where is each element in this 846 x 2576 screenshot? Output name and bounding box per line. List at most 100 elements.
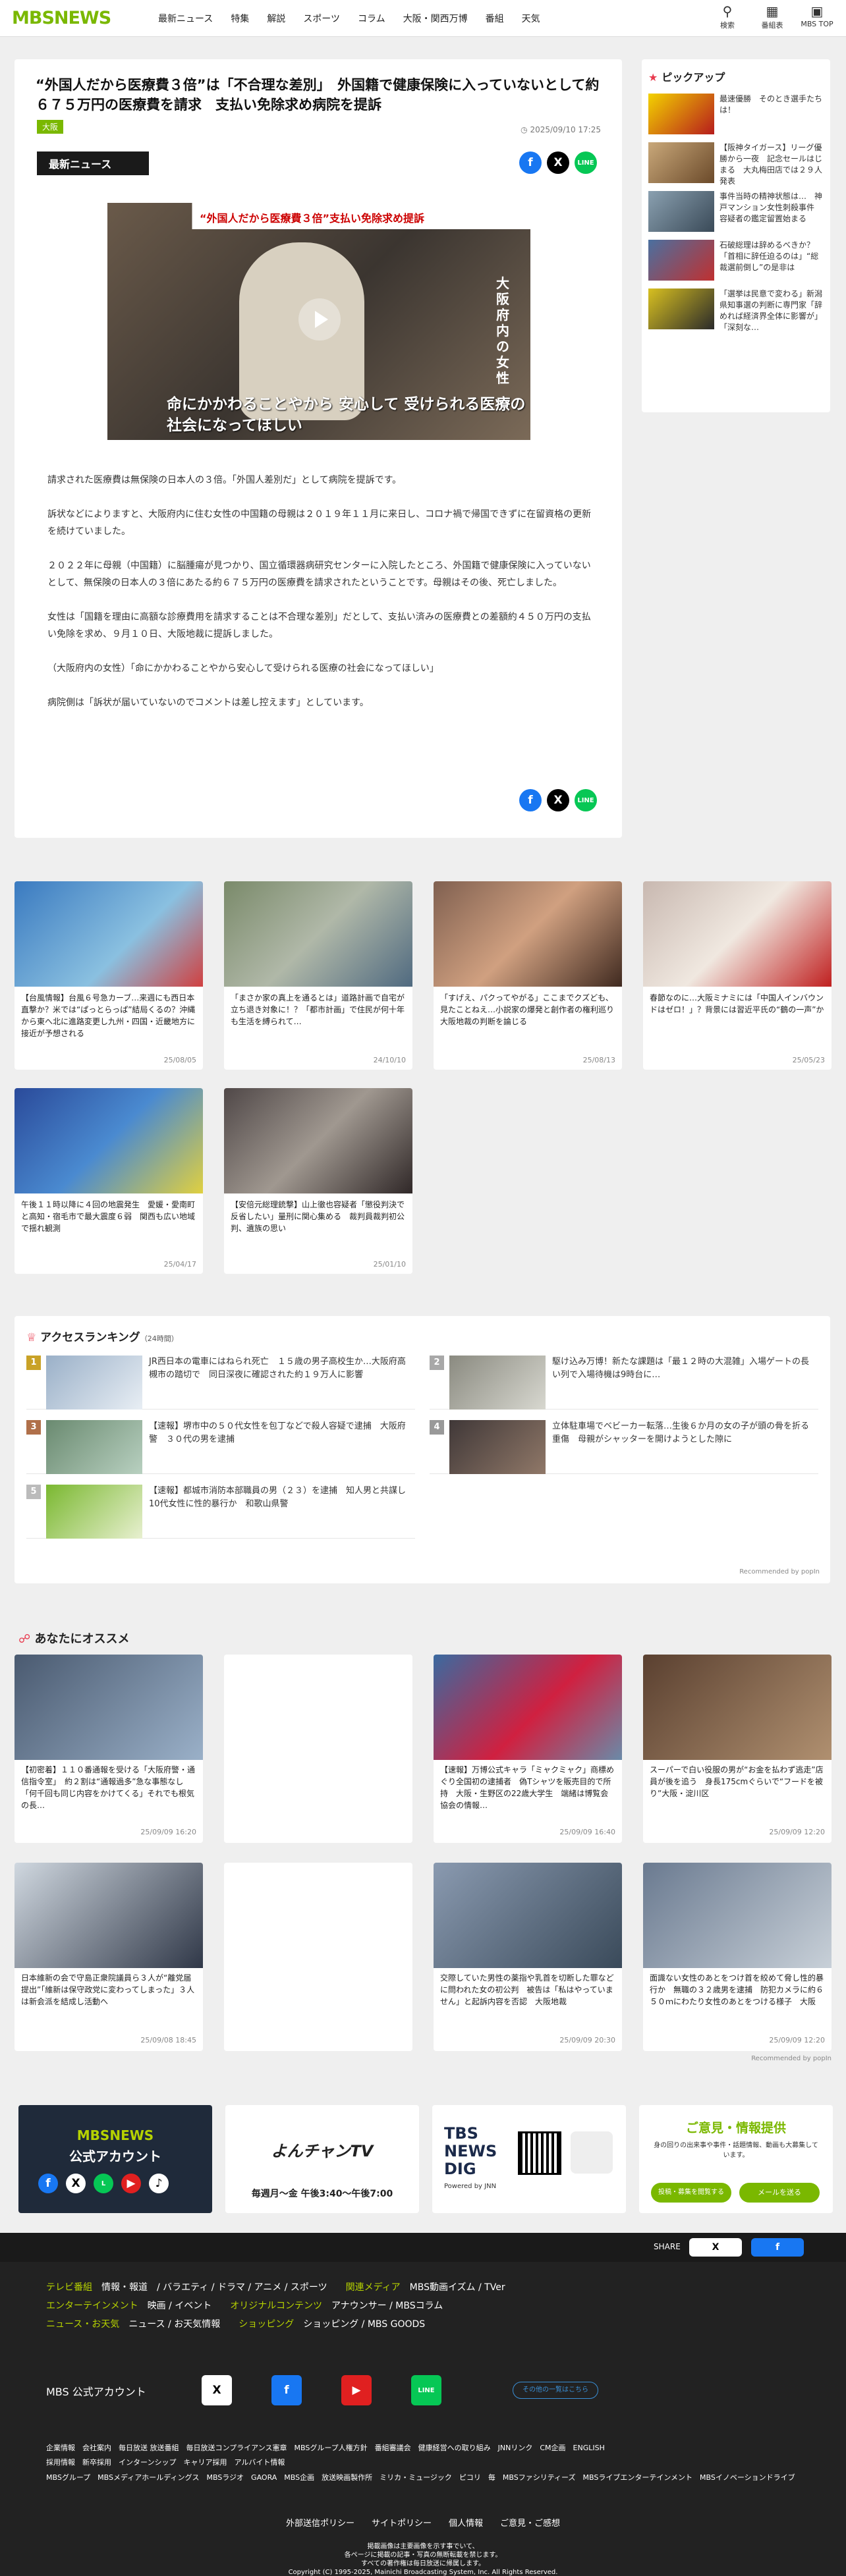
feedback-banner[interactable]: ご意見・情報提供 身の回りの出来事や事件・話題情報、動画も大募集しています。 投… xyxy=(639,2105,833,2213)
pickup-title: ★ ピックアップ xyxy=(648,71,725,84)
star-icon: ★ xyxy=(648,71,658,84)
ranking-item[interactable]: 4 立体駐車場でベビーカー転落…生後６か月の女の子が頭の骨を折る重傷 母親がシャッ… xyxy=(430,1420,818,1474)
clock-icon: ◷ xyxy=(521,125,530,134)
video-side-caption: 大阪府内の女性 xyxy=(496,275,509,386)
recommend-card[interactable]: 交際していた男性の薬指や乳首を切断した罪などに問われた女の初公判 被告は「私はや… xyxy=(434,1863,622,2051)
more-accounts-button[interactable]: その他の一覧はこちら xyxy=(513,2382,598,2399)
news-card[interactable]: 「まさか家の真上を通るとは」道路計画で自宅が立ち退き対象に！？「都市計画」で住民… xyxy=(224,881,412,1070)
news-card[interactable]: 「すげえ、パクってやがる」ここまでクズども、見たことねえ…小説家の爆発と創作者の… xyxy=(434,881,622,1070)
nav-item[interactable]: 最新ニュース xyxy=(158,12,213,25)
video-player[interactable]: “外国人だから医療費３倍”支払い免除求め提訴 大阪府内の女性 命にかかわることや… xyxy=(107,203,530,440)
paragraph: 訴状などによりますと、大阪府内に住む女性の中国籍の母親は２０１９年１１月に来日し… xyxy=(47,509,592,537)
mbs-top-button[interactable]: ▣ MBS TOP xyxy=(795,3,839,30)
pickup-item[interactable]: 【阪神タイガース】リーグ優勝から一夜 記念セールはじまる 大丸梅田店では２９人発… xyxy=(648,142,826,188)
yonchan-tv-banner[interactable]: よんチャンTV 毎週月〜金 午後3:40〜午後7:00 xyxy=(225,2105,419,2213)
facebook-share-button[interactable]: f xyxy=(519,151,542,174)
line-share-button[interactable]: LINE xyxy=(575,789,597,811)
facebook-share-button[interactable]: f xyxy=(751,2238,804,2257)
nav-item[interactable]: 解説 xyxy=(267,12,285,25)
category-tag[interactable]: 大阪 xyxy=(37,120,64,134)
footer-nav-row[interactable]: ニュース・お天気 ニュース / お天気情報 ショッピング ショッピング / MB… xyxy=(46,2317,425,2330)
pickup-item[interactable]: 石破総理は辞めるべきか？「首相に辞任迫るのは」“総裁選前倒し”の是非は xyxy=(648,240,826,286)
recommend-card[interactable]: スーパーで白い役服の男が“お金を払わず逃走”店員が後を追う 身長175cmぐらい… xyxy=(643,1655,832,1843)
official-accounts-label: MBS 公式アカウント xyxy=(46,2386,146,2398)
link-icon: ☍ xyxy=(18,1632,35,1646)
x-icon: X xyxy=(66,2174,86,2193)
popin-credit[interactable]: Recommended by popIn xyxy=(739,1568,820,1576)
news-card[interactable]: 【台風情報】台風６号急カーブ…来週にも西日本直撃か？米では“ぱっとらっぱ”結局く… xyxy=(14,881,203,1070)
nav-item[interactable]: 特集 xyxy=(231,12,249,25)
footer-share-bar: SHARE X f xyxy=(0,2233,846,2262)
pickup-panel: ★ ピックアップ 最速優勝 そのとき選手たちは！ 【阪神タイガース】リーグ優勝から… xyxy=(642,59,830,412)
footer-links[interactable]: 採用情報 新卒採用 インターンシップ キャリア採用 アルバイト情報 xyxy=(46,2457,804,2467)
qr-code xyxy=(518,2131,561,2175)
pickup-item[interactable]: 最速優勝 そのとき選手たちは！ xyxy=(648,94,826,140)
recommend-card[interactable]: 【速報】万博公式キャラ「ミャクミャク」商標めぐり全国初の逮捕者 偽Tシャツを販売… xyxy=(434,1655,622,1843)
nav-item[interactable]: 天気 xyxy=(522,12,540,25)
thumbnail xyxy=(14,881,203,987)
x-share-button[interactable]: X xyxy=(547,151,569,174)
line-icon[interactable]: LINE xyxy=(411,2375,441,2405)
thumbnail xyxy=(648,142,714,183)
line-icon: L xyxy=(94,2174,113,2193)
recommend-card[interactable]: 日本維新の会で守島正衆院議員ら３人が“離党届提出”「維新は保守政党に変わってしま… xyxy=(14,1863,203,2051)
policy-links[interactable]: 外部送信ポリシー サイトポリシー 個人情報 ご意見・ご感想 xyxy=(0,2516,846,2529)
paragraph: 請求された医療費は無保険の日本人の３倍。「外国人差別だ」として病院を提訴です。 xyxy=(47,475,402,485)
recommend-card[interactable]: 【初密着】１１０番通報を受ける「大阪府警・通信指令室」 約２割は“通報過多”急な… xyxy=(14,1655,203,1843)
video-caption: “外国人だから医療費３倍”支払い免除求め提訴 xyxy=(107,203,530,229)
popin-credit[interactable]: Recommended by popIn xyxy=(751,2055,832,2062)
ranking-item[interactable]: 3 【速報】堺市中の５０代女性を包丁などで殺人容疑で逮捕 大阪府警 ３０代の男を逮… xyxy=(26,1420,415,1474)
mascot-icon xyxy=(571,2131,613,2174)
news-card[interactable]: 【安倍元総理銃撃】山上徹也容疑者「懲役判決で反省したい」量刑に関心集める 裁判員… xyxy=(224,1088,412,1274)
play-icon[interactable] xyxy=(298,298,341,341)
view-posts-button[interactable]: 投稿・募集を閲覧する xyxy=(651,2183,731,2203)
program-guide-button[interactable]: ▦ 番組表 xyxy=(750,3,795,30)
youtube-icon[interactable]: ▶ xyxy=(341,2375,372,2405)
facebook-icon: f xyxy=(38,2174,58,2193)
nav-item[interactable]: 大阪・関西万博 xyxy=(403,12,468,25)
video-subtitle: 命にかかわることやから 安心して 受けられる医療の社会になってほしい xyxy=(167,396,526,434)
tiktok-icon: ♪ xyxy=(149,2174,169,2193)
thumbnail xyxy=(648,191,714,232)
x-share-button[interactable]: X xyxy=(689,2238,742,2257)
site-logo[interactable]: MBSNEWS xyxy=(12,8,111,28)
pickup-item[interactable]: 事件当時の精神状態は… 神戸マンション女性刺殺事件 容疑者の鑑定留置始まる xyxy=(648,191,826,237)
news-card[interactable]: 春節なのに…大阪ミナミには「中国人インバウンドはゼロ！」？背景には習近平氏の“鶴… xyxy=(643,881,832,1070)
tv-icon: ▣ xyxy=(810,3,824,19)
ranking-title: ♕ アクセスランキング（24時間） xyxy=(26,1331,179,1344)
latest-news-badge: 最新ニュース xyxy=(37,151,149,175)
site-header: MBSNEWS 最新ニュース 特集 解説 スポーツ コラム 大阪・関西万博 番組… xyxy=(0,0,846,37)
footer-nav-row[interactable]: テレビ番組 情報・報道 / バラエティ / ドラマ / アニメ / スポーツ 関… xyxy=(46,2280,505,2293)
ranking-item[interactable]: 5 【速報】都城市消防本部職員の男（２３）を逮捕 知人男と共謀し10代女性に性的暴… xyxy=(26,1485,415,1539)
footer-links[interactable]: 企業情報 会社案内 毎日放送 放送番組 毎日放送コンプライアンス憲章 MBSグル… xyxy=(46,2442,804,2453)
youtube-icon: ▶ xyxy=(121,2174,141,2193)
recommend-card[interactable]: 面識ない女性のあとをつけ首を絞めて脅し性的暴行か 無職の３２歳男を逮捕 防犯カメ… xyxy=(643,1863,832,2051)
paragraph: ２０２２年に母親（中国籍）に脳腫瘍が見つかり、国立循環器病研究センターに入院した… xyxy=(47,561,591,588)
news-card[interactable]: 午後１１時以降に４回の地震発生 愛媛・愛南町と高知・宿毛市で最大震度６弱 関西も… xyxy=(14,1088,203,1274)
ranking-item[interactable]: 2 駆け込み万博！新たな課題は「最１２時の大混雑」入場ゲートの長い列で入場待機は9… xyxy=(430,1356,818,1410)
nav-item[interactable]: スポーツ xyxy=(303,12,340,25)
tbs-news-dig-banner[interactable]: TBS NEWS DIG Powered by JNN xyxy=(432,2105,626,2213)
footer-nav-row[interactable]: エンターテインメント 映画 / イベント オリジナルコンテンツ アナウンサー /… xyxy=(46,2299,443,2312)
search-icon: ⚲ xyxy=(722,3,733,19)
access-ranking: ♕ アクセスランキング（24時間） 1 JR西日本の電車にはねられ死亡 １５歳の男… xyxy=(14,1316,830,1583)
calendar-icon: ▦ xyxy=(766,3,779,19)
x-share-button[interactable]: X xyxy=(547,789,569,811)
x-icon[interactable]: X xyxy=(202,2375,232,2405)
ranking-item[interactable]: 1 JR西日本の電車にはねられ死亡 １５歳の男子高校生か…大阪府高槻市の踏切で 同… xyxy=(26,1356,415,1410)
nav-item[interactable]: コラム xyxy=(358,12,385,25)
pickup-item[interactable]: 「選挙は民意で変わる」新潟県知事選の判断に専門家「辞めれば経済界全体に影響が」「… xyxy=(648,288,826,335)
facebook-share-button[interactable]: f xyxy=(519,789,542,811)
search-button[interactable]: ⚲ 検索 xyxy=(705,3,750,30)
facebook-icon[interactable]: f xyxy=(271,2375,302,2405)
article: “外国人だから医療費３倍”は「不合理な差別」 外国籍で健康保険に入っていないとし… xyxy=(14,59,622,838)
line-share-button[interactable]: LINE xyxy=(575,151,597,174)
thumbnail xyxy=(648,288,714,329)
mbsnews-official-banner[interactable]: MBSNEWS 公式アカウント f X L ▶ ♪ xyxy=(18,2105,212,2213)
send-mail-button[interactable]: メールを送る xyxy=(739,2183,820,2203)
thumbnail xyxy=(434,881,622,987)
footer-links[interactable]: MBSグループ MBSメディアホールディングス MBSラジオ GAORA MBS… xyxy=(46,2471,804,2484)
nav-item[interactable]: 番組 xyxy=(486,12,504,25)
article-date: ◷ 2025/09/10 17:25 xyxy=(521,125,601,134)
share-buttons-bottom: f X LINE xyxy=(519,789,597,811)
